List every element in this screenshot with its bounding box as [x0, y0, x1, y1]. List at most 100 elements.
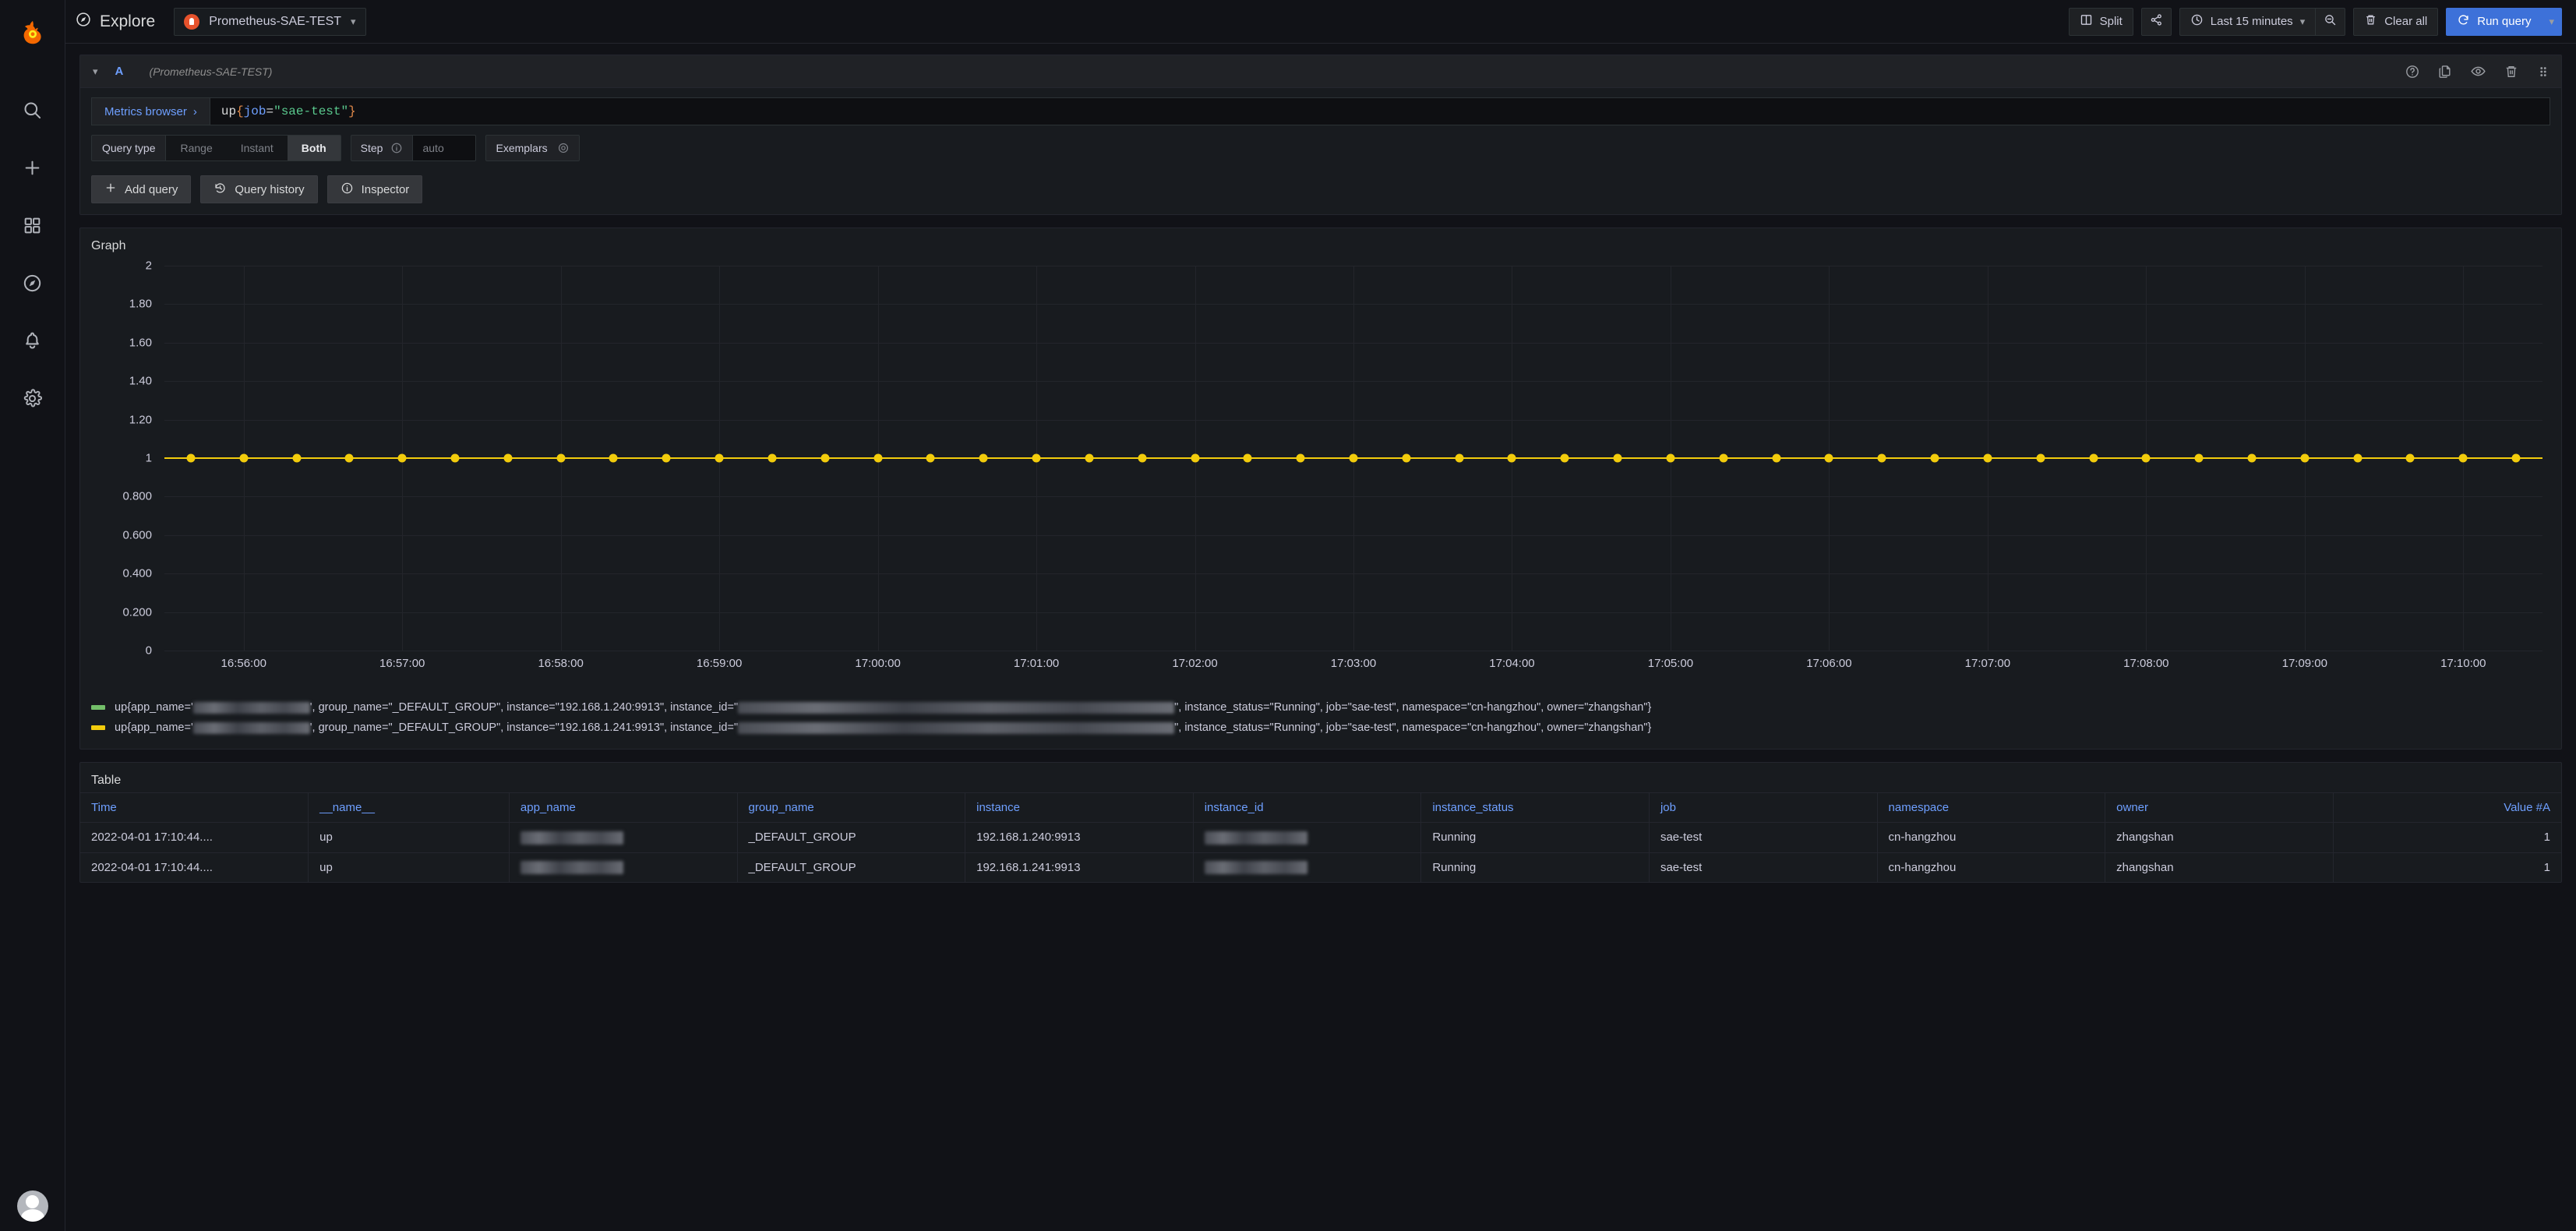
metrics-browser-button[interactable]: Metrics browser › — [91, 97, 210, 125]
query-row-actions — [2405, 63, 2550, 79]
sidebar-item-search[interactable] — [4, 81, 62, 139]
data-point[interactable] — [1772, 454, 1780, 463]
data-point[interactable] — [451, 454, 460, 463]
query-history-button[interactable]: Query history — [200, 175, 317, 203]
main-content: Explore Prometheus-SAE-TEST ▾ Split — [65, 0, 2576, 1231]
data-point[interactable] — [1085, 454, 1093, 463]
share-button[interactable] — [2141, 8, 2172, 36]
table-column-header[interactable]: __name__ — [309, 793, 510, 823]
data-point[interactable] — [715, 454, 724, 463]
split-button[interactable]: Split — [2069, 8, 2133, 36]
data-point[interactable] — [2300, 454, 2309, 463]
duplicate-query-icon[interactable] — [2437, 64, 2453, 79]
promql-expression-input[interactable]: up{job="sae-test"} — [210, 97, 2550, 125]
data-point[interactable] — [926, 454, 935, 463]
table-column-header[interactable]: instance — [965, 793, 1194, 823]
results-table: Time__name__app_namegroup_nameinstancein… — [80, 792, 2561, 882]
sidebar-item-configuration[interactable] — [4, 369, 62, 427]
query-datasource-note: (Prometheus-SAE-TEST) — [150, 65, 273, 78]
user-profile-menu[interactable] — [17, 1190, 48, 1222]
data-point[interactable] — [186, 454, 195, 463]
data-point[interactable] — [1244, 454, 1252, 463]
data-point[interactable] — [1561, 454, 1569, 463]
table-column-header[interactable]: instance_id — [1193, 793, 1421, 823]
table-column-header[interactable]: owner — [2105, 793, 2334, 823]
data-point[interactable] — [820, 454, 829, 463]
clear-all-button[interactable]: Clear all — [2353, 8, 2438, 36]
step-input[interactable]: auto — [412, 135, 476, 161]
data-point[interactable] — [1983, 454, 1992, 463]
data-point[interactable] — [1402, 454, 1410, 463]
sidebar-item-alerting[interactable] — [4, 312, 62, 369]
zoom-out-time-button[interactable] — [2315, 8, 2345, 36]
data-point[interactable] — [2247, 454, 2256, 463]
data-point[interactable] — [2406, 454, 2415, 463]
data-point[interactable] — [1614, 454, 1622, 463]
legend-item[interactable]: up{app_name='', group_name="_DEFAULT_GRO… — [91, 718, 2550, 738]
data-point[interactable] — [2195, 454, 2204, 463]
data-point[interactable] — [1878, 454, 1886, 463]
plot: 21.801.601.401.2010.8000.6000.4000.2000 … — [91, 266, 2542, 694]
data-point[interactable] — [2142, 454, 2151, 463]
inspector-button[interactable]: Inspector — [327, 175, 423, 203]
data-point[interactable] — [239, 454, 248, 463]
table-column-header[interactable]: Value #A — [2333, 793, 2561, 823]
drag-handle-icon[interactable] — [2536, 65, 2550, 79]
table-column-header[interactable]: namespace — [1877, 793, 2105, 823]
sidebar-item-explore[interactable] — [4, 254, 62, 312]
exemplars-toggle[interactable]: Exemplars — [485, 135, 579, 161]
data-point[interactable] — [609, 454, 618, 463]
data-point[interactable] — [662, 454, 671, 463]
data-point[interactable] — [398, 454, 407, 463]
data-point[interactable] — [2036, 454, 2045, 463]
query-type-both[interactable]: Both — [288, 136, 341, 160]
table-column-header[interactable]: job — [1649, 793, 1877, 823]
toggle-query-visibility-icon[interactable] — [2470, 63, 2486, 79]
run-query-button[interactable]: Run query — [2446, 8, 2541, 36]
data-point[interactable] — [1508, 454, 1516, 463]
sidebar-item-dashboards[interactable] — [4, 196, 62, 254]
data-point[interactable] — [556, 454, 565, 463]
remove-query-icon[interactable] — [2504, 64, 2519, 79]
legend-item[interactable]: up{app_name='', group_name="_DEFAULT_GRO… — [91, 697, 2550, 718]
data-point[interactable] — [873, 454, 882, 463]
data-point[interactable] — [2353, 454, 2362, 463]
data-point[interactable] — [2512, 454, 2521, 463]
table-column-header[interactable]: instance_status — [1421, 793, 1650, 823]
data-point[interactable] — [292, 454, 301, 463]
data-point[interactable] — [979, 454, 988, 463]
table-column-header[interactable]: app_name — [509, 793, 737, 823]
sidebar-item-create[interactable] — [4, 139, 62, 196]
page-title: Explore — [75, 11, 155, 33]
graph-plot-area[interactable]: 21.801.601.401.2010.8000.6000.4000.2000 … — [80, 258, 2561, 694]
table-column-header[interactable]: Time — [80, 793, 309, 823]
datasource-picker[interactable]: Prometheus-SAE-TEST ▾ — [174, 8, 365, 36]
data-point[interactable] — [1455, 454, 1463, 463]
query-type-instant[interactable]: Instant — [227, 136, 288, 160]
add-query-button[interactable]: Add query — [91, 175, 191, 203]
grafana-logo[interactable] — [12, 12, 54, 55]
table-column-header[interactable]: group_name — [737, 793, 965, 823]
info-icon[interactable] — [390, 142, 403, 154]
data-point[interactable] — [2089, 454, 2098, 463]
legend-color-swatch — [91, 705, 105, 710]
data-point[interactable] — [2459, 454, 2468, 463]
data-point[interactable] — [1138, 454, 1146, 463]
data-point[interactable] — [1666, 454, 1674, 463]
data-point[interactable] — [1032, 454, 1041, 463]
run-query-interval-dropdown[interactable]: ▾ — [2541, 8, 2562, 36]
data-point[interactable] — [1191, 454, 1199, 463]
data-point[interactable] — [768, 454, 776, 463]
data-point[interactable] — [1825, 454, 1833, 463]
help-icon[interactable] — [2405, 64, 2420, 79]
time-range-picker[interactable]: Last 15 minutes ▾ — [2179, 8, 2315, 36]
data-point[interactable] — [1719, 454, 1727, 463]
data-point[interactable] — [1931, 454, 1939, 463]
data-point[interactable] — [345, 454, 354, 463]
plus-icon — [104, 182, 117, 197]
data-point[interactable] — [503, 454, 512, 463]
data-point[interactable] — [1297, 454, 1305, 463]
collapse-query-icon[interactable]: ▾ — [93, 65, 98, 78]
query-type-range[interactable]: Range — [166, 136, 226, 160]
data-point[interactable] — [1350, 454, 1358, 463]
